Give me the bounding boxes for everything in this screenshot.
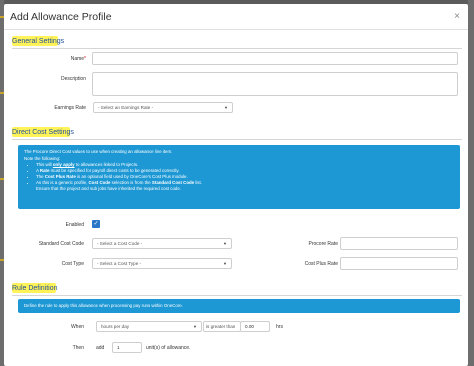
direct-cost-info-box: The Procore Direct Cost values to use wh… bbox=[18, 145, 460, 209]
when-label: When bbox=[70, 324, 84, 330]
cost-plus-rate-label: Cost Plus Rate bbox=[304, 261, 338, 267]
threshold-unit: hrs bbox=[276, 324, 283, 330]
description-row: Description bbox=[12, 76, 86, 82]
add-quantity-input[interactable]: 1 bbox=[112, 342, 142, 353]
close-icon[interactable]: × bbox=[454, 11, 460, 22]
chevron-down-icon: ▼ bbox=[223, 241, 227, 246]
cost-type-select[interactable]: - Select a Cost Type - ▼ bbox=[92, 258, 232, 269]
add-allowance-profile-modal: Add Allowance Profile × General Settings… bbox=[4, 4, 468, 366]
comparator-value: is greater than bbox=[206, 324, 236, 329]
modal-title: Add Allowance Profile bbox=[10, 10, 112, 23]
rule-definition-title: Rule Definition bbox=[12, 285, 58, 292]
cost-type-label: Cost Type bbox=[61, 261, 84, 267]
section-title-direct-cost: Direct Cost Settings bbox=[12, 127, 462, 140]
then-label: Then bbox=[72, 345, 84, 351]
chevron-down-icon: ▼ bbox=[223, 261, 227, 266]
info-intro: The Procore Direct Cost values to use wh… bbox=[24, 149, 173, 154]
name-input[interactable] bbox=[92, 52, 458, 65]
std-cost-code-row: Standard Cost Code bbox=[12, 241, 84, 247]
earnings-rate-label: Earnings Rate bbox=[54, 105, 86, 111]
add-unit-text: unit(s) of allowance. bbox=[146, 345, 191, 351]
description-input[interactable] bbox=[92, 72, 458, 96]
name-label: Name* bbox=[70, 56, 86, 62]
name-row: Name* bbox=[12, 56, 86, 62]
when-value: hours per day bbox=[101, 324, 130, 329]
enabled-label: Enabled bbox=[65, 222, 84, 228]
procore-rate-label: Procore Rate bbox=[308, 241, 338, 247]
section-title-rule: Rule Definition bbox=[12, 283, 462, 296]
direct-cost-title: Direct Cost Settings bbox=[12, 129, 74, 136]
backdrop-right bbox=[468, 0, 474, 366]
info-bullet-continuation: Ensure that the project and sub jobs hav… bbox=[36, 186, 181, 191]
description-label: Description bbox=[60, 76, 86, 82]
rule-info-box: Define the rule to apply this allowance … bbox=[18, 299, 460, 313]
cost-plus-rate-input[interactable] bbox=[340, 257, 458, 270]
cost-type-row: Cost Type bbox=[12, 261, 84, 267]
std-cost-code-value: - Select a Cost Code - bbox=[97, 241, 143, 246]
comparator-select[interactable]: is greater than bbox=[203, 321, 241, 332]
when-select[interactable]: hours per day ▼ bbox=[96, 321, 202, 332]
info-bullets: This will only apply to allowances linke… bbox=[24, 162, 454, 192]
rule-info-text: Define the rule to apply this allowance … bbox=[24, 303, 183, 308]
section-title-general: General Settings bbox=[12, 36, 462, 49]
chevron-down-icon: ▼ bbox=[224, 105, 228, 110]
general-settings-section: General Settings bbox=[12, 36, 462, 49]
earnings-rate-value: - Select an Earnings Rate - bbox=[98, 105, 154, 110]
chevron-down-icon: ▼ bbox=[193, 324, 197, 329]
enabled-checkbox[interactable]: ✓ bbox=[92, 220, 100, 228]
direct-cost-section: Direct Cost Settings bbox=[12, 127, 462, 140]
earnings-rate-select[interactable]: - Select an Earnings Rate - ▼ bbox=[93, 102, 233, 113]
add-label: add bbox=[96, 345, 105, 351]
threshold-input[interactable]: 0.00 bbox=[240, 321, 270, 332]
enabled-row: Enabled bbox=[12, 222, 84, 228]
std-cost-code-select[interactable]: - Select a Cost Code - ▼ bbox=[92, 238, 232, 249]
modal-header: Add Allowance Profile bbox=[4, 4, 468, 30]
procore-rate-input[interactable] bbox=[340, 237, 458, 250]
std-cost-code-label: Standard Cost Code bbox=[38, 241, 84, 247]
general-settings-title: General Settings bbox=[12, 38, 65, 45]
cost-type-value: - Select a Cost Type - bbox=[97, 261, 142, 266]
rule-definition-section: Rule Definition bbox=[12, 283, 462, 296]
earnings-rate-row: Earnings Rate bbox=[12, 105, 86, 111]
